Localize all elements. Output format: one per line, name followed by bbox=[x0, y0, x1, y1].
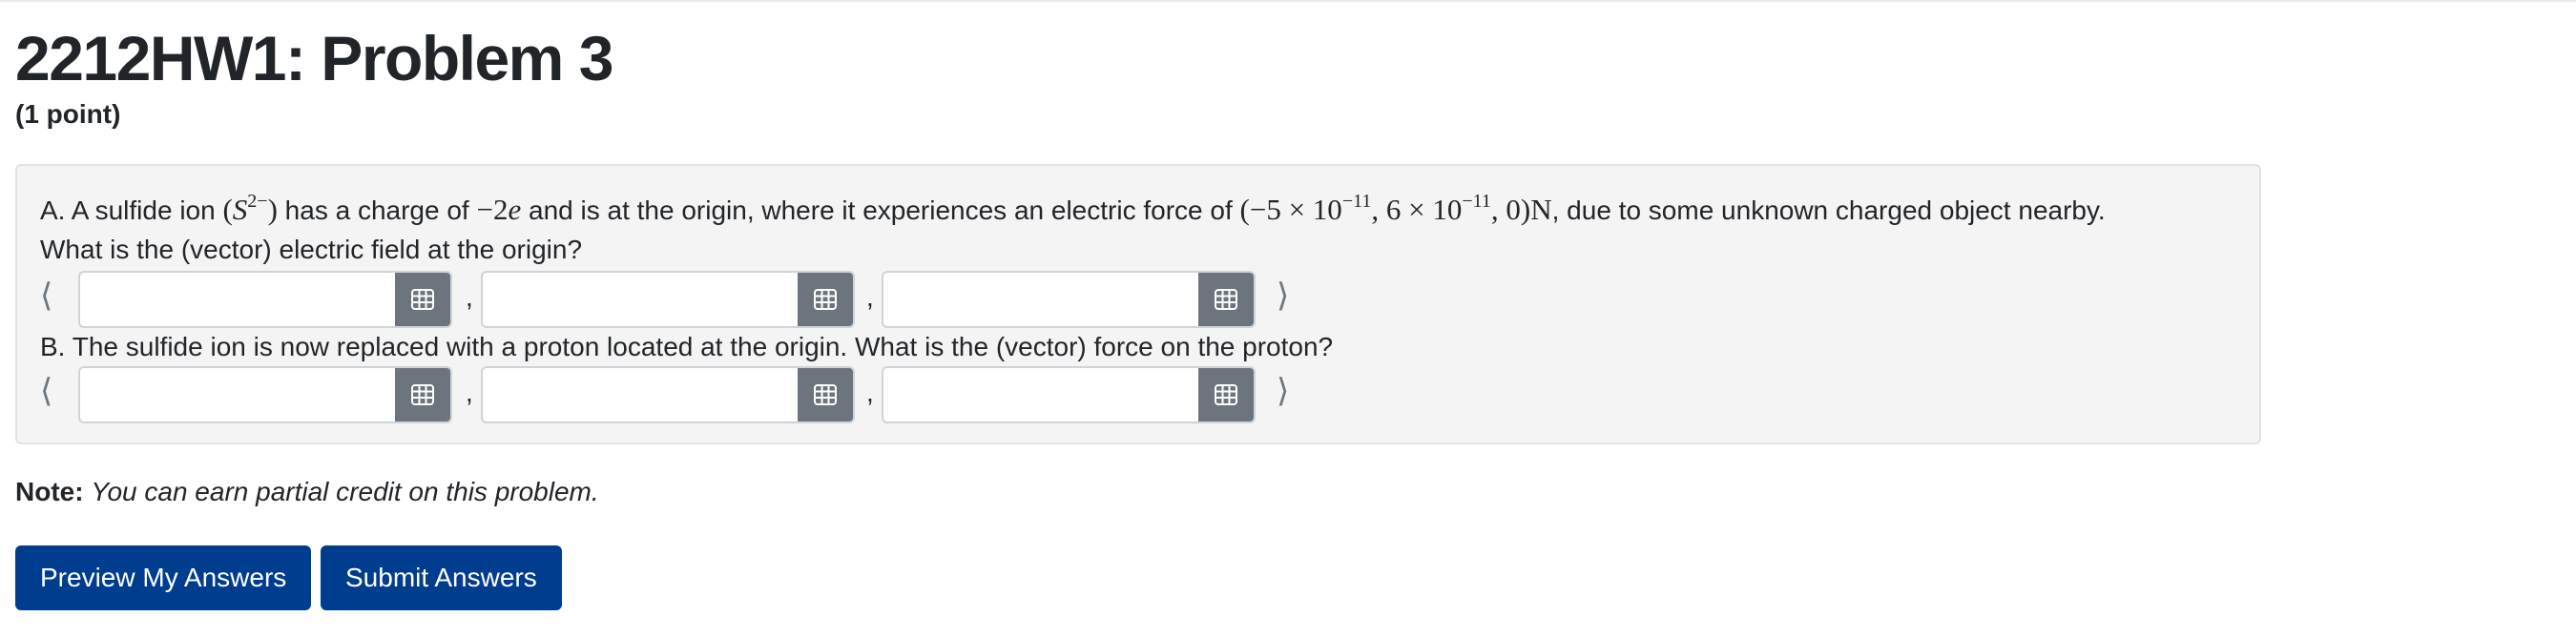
force-vector: (−5 × 10−11, 6 × 10−11, 0)N bbox=[1239, 191, 1552, 226]
problem-panel: A. A sulfide ion (S2−) has a charge of −… bbox=[15, 164, 2261, 444]
vector-close-bracket: ⟩ bbox=[1277, 277, 1290, 315]
force-x: −5 × 10 bbox=[1249, 193, 1342, 226]
part-b-z-input[interactable] bbox=[883, 368, 1200, 421]
top-divider bbox=[0, 0, 2576, 2]
force-y-exponent: −11 bbox=[1462, 191, 1491, 212]
part-b-y-input[interactable] bbox=[483, 368, 800, 421]
force-unit: N bbox=[1530, 193, 1552, 226]
force-y: 6 × 10 bbox=[1385, 193, 1463, 226]
vector-separator: , bbox=[466, 378, 473, 407]
part-a-text-2: has a charge of bbox=[277, 195, 477, 225]
part-a-y-field bbox=[481, 271, 855, 328]
ion-notation: (S2−) bbox=[222, 191, 278, 226]
part-a-y-input[interactable] bbox=[483, 273, 800, 326]
charge-symbol: e bbox=[508, 193, 522, 226]
grid-icon bbox=[814, 289, 837, 310]
grid-icon bbox=[814, 384, 837, 405]
part-b-x-equation-button[interactable] bbox=[395, 368, 450, 421]
grid-icon bbox=[1215, 384, 1237, 405]
grid-icon bbox=[411, 384, 434, 405]
part-a-z-field bbox=[882, 271, 1256, 328]
part-a-question: What is the (vector) electric field at t… bbox=[40, 235, 583, 264]
part-b-y-field bbox=[481, 366, 855, 423]
part-b-question: B. The sulfide ion is now replaced with … bbox=[40, 332, 1334, 361]
vector-separator: , bbox=[466, 282, 473, 312]
ion-symbol: S bbox=[232, 193, 248, 226]
force-z: 0 bbox=[1506, 193, 1521, 226]
part-a-y-equation-button[interactable] bbox=[798, 273, 853, 326]
vector-close-bracket: ⟩ bbox=[1277, 372, 1290, 410]
vector-open-bracket: ⟨ bbox=[40, 277, 53, 315]
part-a-text-1: A. A sulfide ion bbox=[40, 195, 223, 225]
vector-separator: , bbox=[866, 282, 874, 312]
note-text: You can earn partial credit on this prob… bbox=[91, 477, 599, 506]
vector-open-bracket: ⟨ bbox=[40, 372, 53, 410]
part-a-z-equation-button[interactable] bbox=[1198, 273, 1254, 326]
part-a-x-field bbox=[78, 271, 452, 328]
submit-answers-button[interactable]: Submit Answers bbox=[321, 545, 562, 610]
grid-icon bbox=[411, 289, 434, 310]
page-title: 2212HW1: Problem 3 bbox=[15, 23, 613, 93]
grid-icon bbox=[1215, 289, 1237, 310]
part-b-x-field bbox=[78, 366, 452, 423]
part-a-x-input[interactable] bbox=[80, 273, 397, 326]
charge-value: −2 bbox=[476, 193, 509, 226]
preview-answers-button[interactable]: Preview My Answers bbox=[15, 545, 312, 610]
part-a-text-3: and is at the origin, where it experienc… bbox=[521, 195, 1240, 225]
part-b-x-input[interactable] bbox=[80, 368, 397, 421]
part-b-z-equation-button[interactable] bbox=[1198, 368, 1254, 421]
problem-points: (1 point) bbox=[15, 99, 121, 129]
part-a-statement: A. A sulfide ion (S2−) has a charge of −… bbox=[40, 191, 2106, 228]
part-a-z-input[interactable] bbox=[883, 273, 1200, 326]
part-b-z-field bbox=[882, 366, 1256, 423]
part-a-x-equation-button[interactable] bbox=[395, 273, 450, 326]
force-x-exponent: −11 bbox=[1341, 191, 1372, 212]
part-b-y-equation-button[interactable] bbox=[798, 368, 853, 421]
charge-notation: −2e bbox=[476, 193, 521, 226]
ion-charge: 2− bbox=[247, 191, 268, 212]
partial-credit-note: Note: You can earn partial credit on thi… bbox=[15, 477, 599, 507]
vector-separator: , bbox=[866, 378, 874, 407]
note-label: Note: bbox=[15, 477, 84, 506]
part-a-text-4: , due to some unknown charged object nea… bbox=[1551, 195, 2106, 225]
